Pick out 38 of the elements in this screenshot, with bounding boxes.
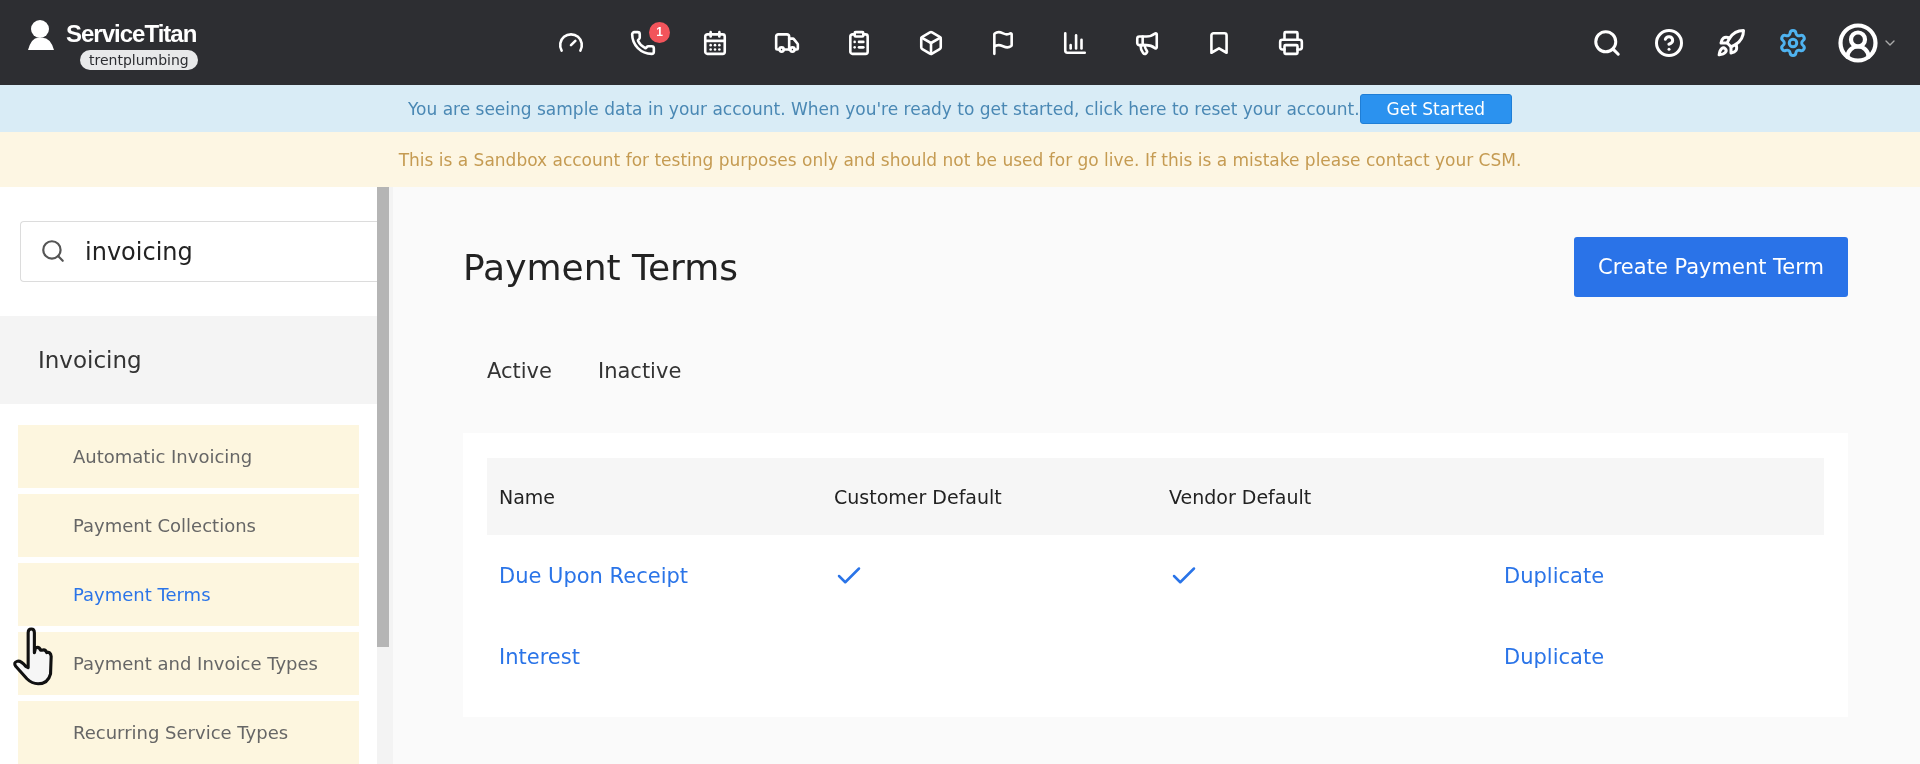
help-icon[interactable] — [1654, 27, 1684, 58]
bar-chart-icon[interactable] — [1062, 29, 1088, 56]
get-started-button[interactable]: Get Started — [1359, 93, 1513, 124]
term-name-link[interactable]: Interest — [499, 644, 580, 669]
banner-text: You are seeing sample data in your account. When you're ready to get started, click here to reset your account. — [407, 98, 1360, 119]
sidebar-item[interactable]: Recurring Service Types — [18, 701, 359, 764]
tab[interactable]: Active — [487, 359, 552, 383]
search-field[interactable]: invoicing — [20, 221, 377, 282]
search-icon[interactable] — [1592, 27, 1622, 58]
sidebar-item[interactable]: Automatic Invoicing — [18, 425, 359, 488]
sidebar-item[interactable]: Payment Collections — [18, 494, 359, 557]
tab[interactable]: Inactive — [597, 359, 682, 383]
duplicate-link[interactable]: Duplicate — [1504, 563, 1605, 588]
search-icon — [40, 238, 66, 264]
sidebar-item[interactable]: Payment Terms — [18, 563, 359, 626]
rocket-icon[interactable] — [1716, 27, 1746, 58]
duplicate-link[interactable]: Duplicate — [1504, 644, 1605, 669]
term-name-link[interactable]: Due Upon Receipt — [499, 563, 689, 588]
column-header: Customer Default — [822, 458, 1157, 535]
column-header: Name — [487, 458, 822, 535]
section-header: Invoicing — [0, 316, 377, 404]
phone-icon[interactable] — [630, 29, 656, 56]
flag-icon[interactable] — [990, 29, 1016, 56]
scrollbar-thumb[interactable] — [377, 187, 389, 647]
page-title: Payment Terms — [463, 246, 739, 288]
clipboard-icon[interactable] — [846, 29, 872, 56]
account-name: trentplumbing — [80, 49, 198, 70]
user-avatar-icon[interactable] — [1837, 21, 1879, 64]
column-header: Vendor Default — [1157, 458, 1492, 535]
calendar-icon[interactable] — [702, 29, 728, 56]
notification-badge: 1 — [649, 21, 670, 43]
banner-text: This is a Sandbox account for testing purposes only and should not be used for go live. If this is a mistake please contact your CSM. — [398, 149, 1522, 170]
brand-name: ServiceTitan — [66, 19, 197, 48]
box-icon[interactable] — [918, 29, 944, 56]
create-payment-term-button[interactable]: Create Payment Term — [1574, 237, 1848, 297]
sidebar-item[interactable]: Payment and Invoice Types — [18, 632, 359, 695]
settings-icon[interactable] — [1778, 27, 1808, 58]
megaphone-icon[interactable] — [1134, 29, 1160, 56]
